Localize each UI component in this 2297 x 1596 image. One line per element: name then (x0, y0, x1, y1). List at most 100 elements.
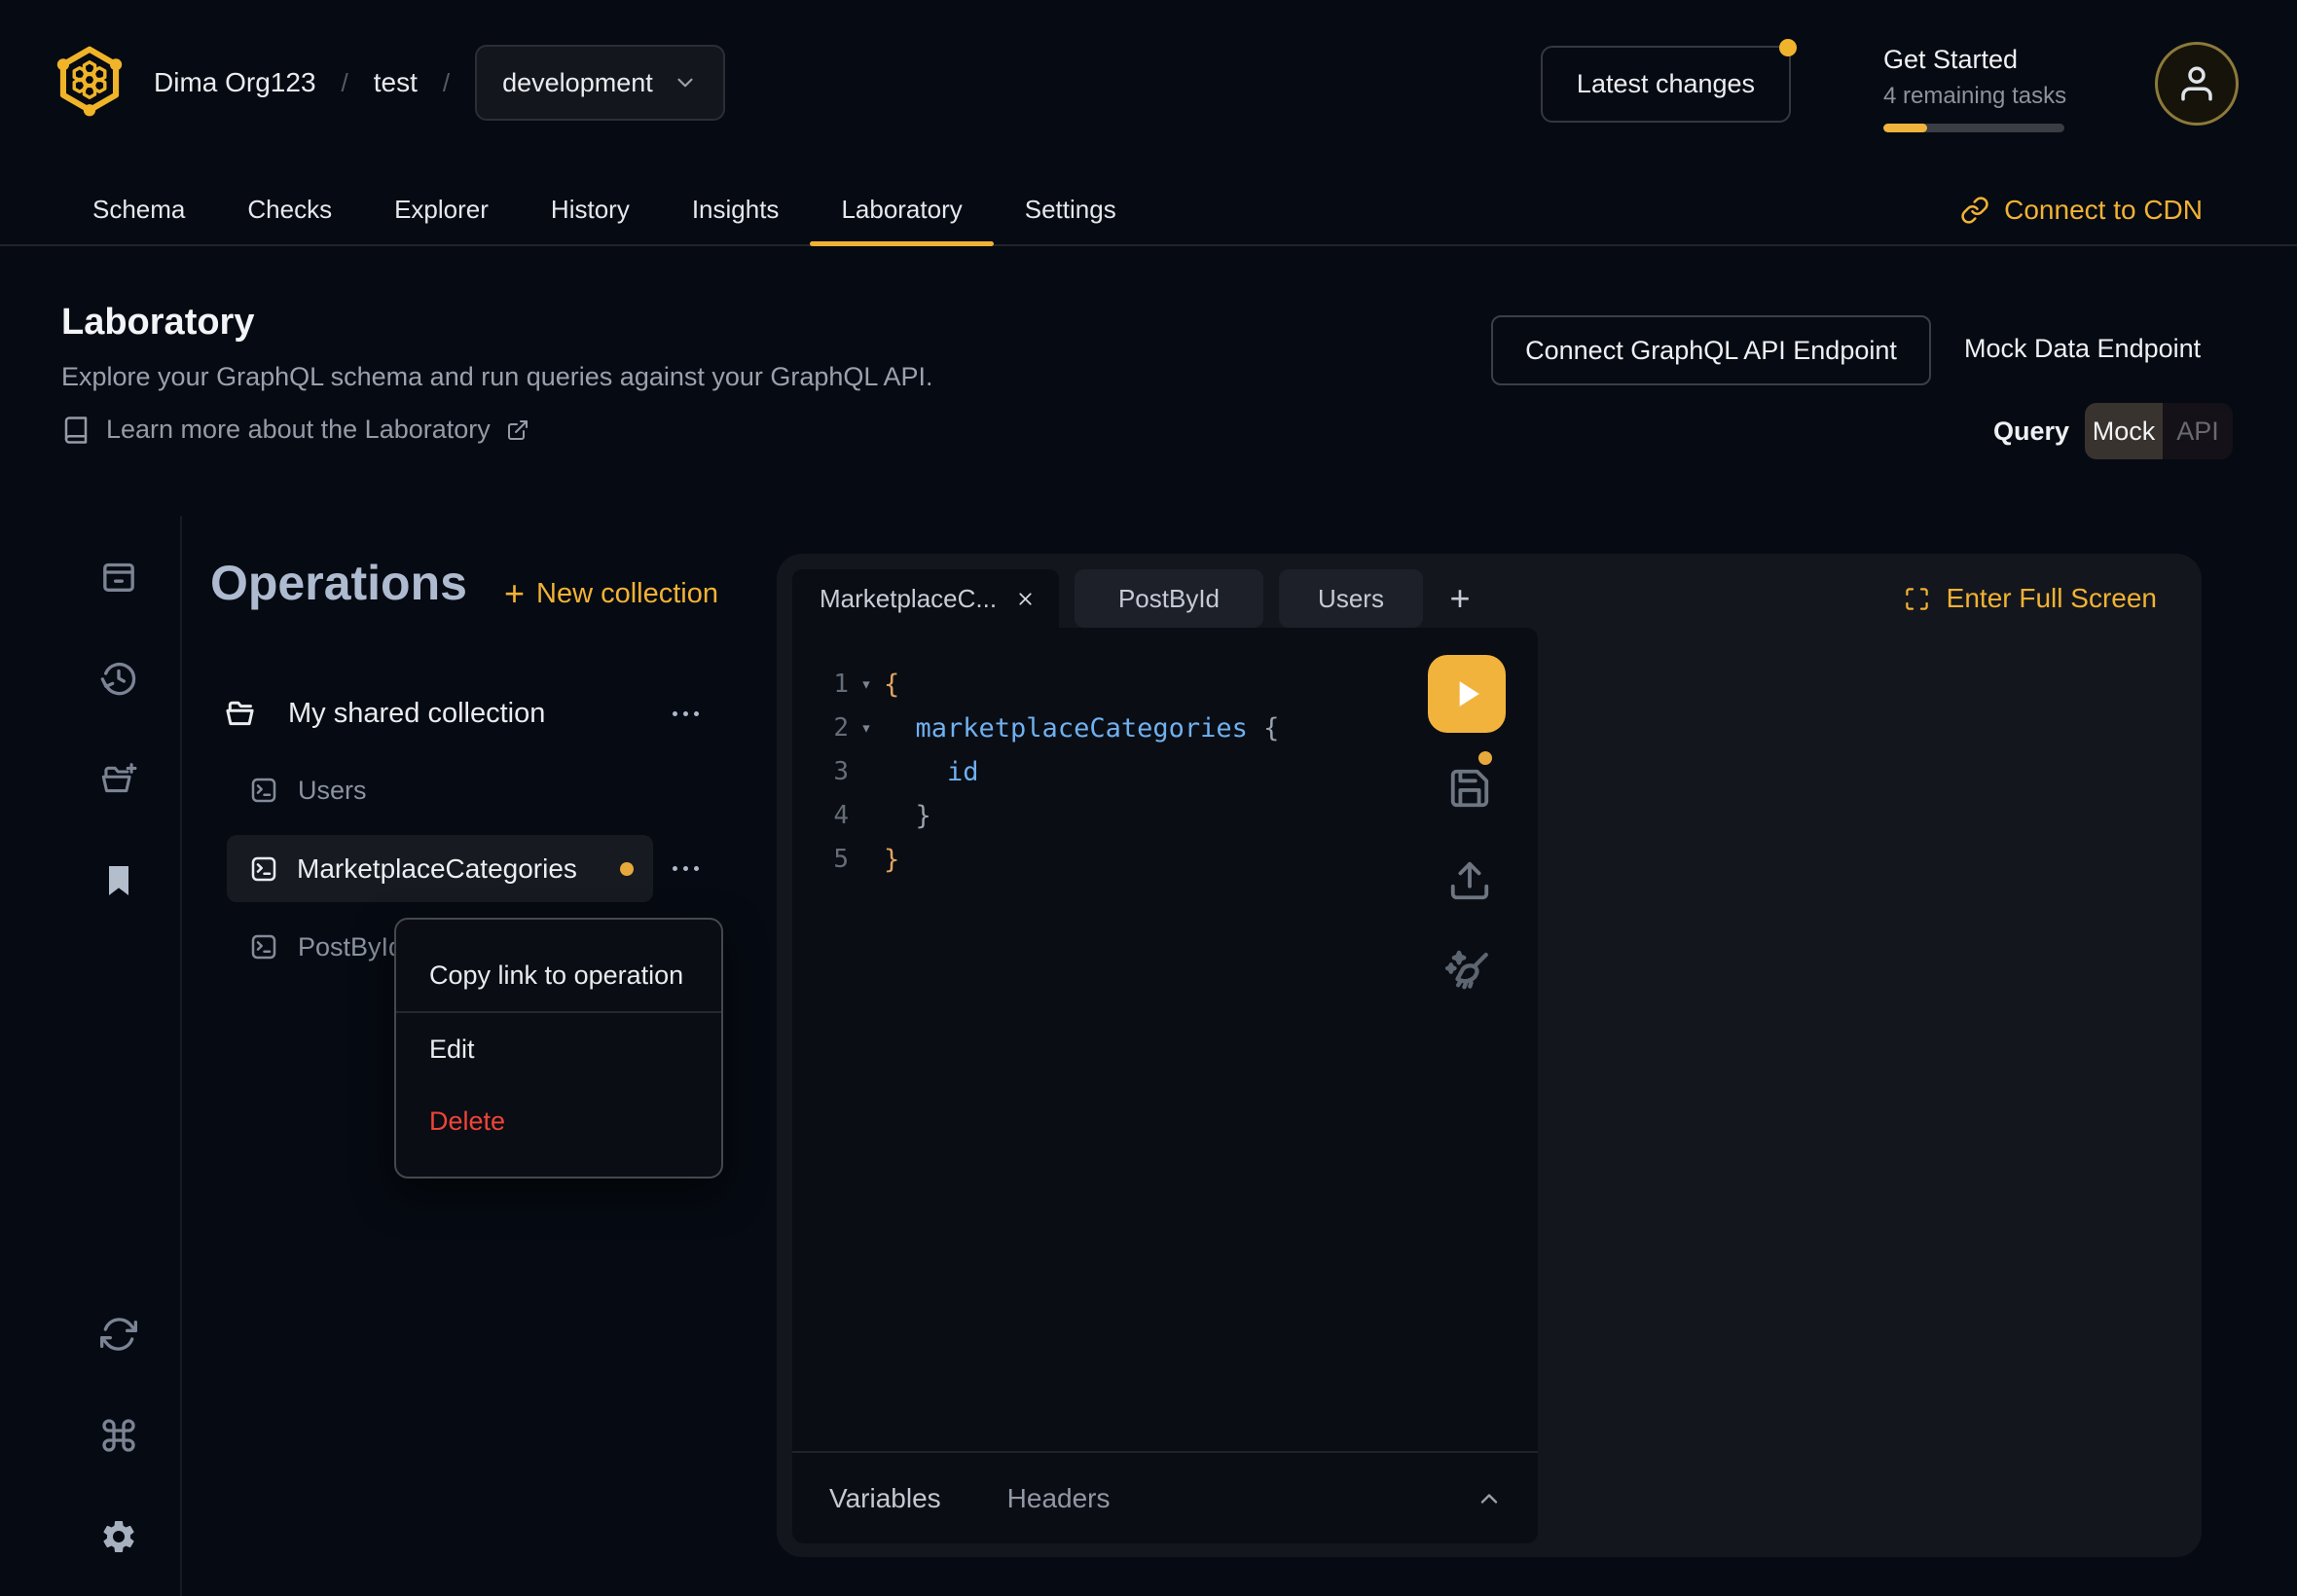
environment-dropdown[interactable]: development (475, 45, 725, 121)
code-line: 2 ▾ marketplaceCategories { (792, 707, 1421, 750)
editor-tab-users[interactable]: Users (1279, 569, 1423, 628)
hive-app: Dima Org123 / test / development Latest … (0, 0, 2297, 1596)
external-link-icon (506, 418, 529, 442)
query-mode-api[interactable]: API (2163, 403, 2233, 459)
operation-row-postbyid[interactable]: PostById (249, 925, 403, 969)
breadcrumb-separator: / (443, 68, 450, 98)
query-mode-mock[interactable]: Mock (2085, 403, 2163, 459)
prettify-query-button[interactable] (1443, 946, 1494, 997)
code-line: 4 } (792, 794, 1421, 838)
fold-spacer (849, 838, 884, 882)
tab-settings[interactable]: Settings (1025, 175, 1116, 244)
editor-tab-marketplacecategories[interactable]: MarketplaceC... (792, 569, 1059, 628)
code-token (1248, 707, 1263, 750)
rail-saved-operations-button[interactable] (99, 861, 138, 900)
headers-tab[interactable]: Headers (1007, 1483, 1111, 1514)
connect-to-cdn-label: Connect to CDN (2004, 195, 2203, 226)
new-collection-button[interactable]: + New collection (504, 570, 718, 617)
query-toggle-label: Query (1993, 403, 2069, 459)
hive-logo[interactable] (56, 43, 123, 117)
tab-checks[interactable]: Checks (247, 175, 332, 244)
breadcrumb-project[interactable]: test (374, 67, 418, 98)
tab-explorer[interactable]: Explorer (394, 175, 489, 244)
operations-title: Operations (210, 555, 467, 611)
new-tab-button[interactable]: + (1439, 569, 1481, 628)
query-mode-toggle: Mock API (2085, 403, 2233, 459)
operation-icon (249, 776, 278, 805)
laboratory-editor-card: Enter Full Screen MarketplaceC... PostBy… (777, 554, 2202, 1557)
collection-row[interactable]: My shared collection (224, 686, 545, 741)
connect-endpoint-button[interactable]: Connect GraphQL API Endpoint (1491, 315, 1931, 385)
book-icon (61, 416, 91, 445)
code-line: 3 id (792, 750, 1421, 794)
collection-name: My shared collection (288, 698, 545, 730)
graphql-query-editor[interactable]: 1 ▾ { 2 ▾ marketplaceCategories { 3 id 4 (792, 663, 1421, 882)
operation-more-options-icon[interactable] (666, 855, 705, 881)
code-line: 1 ▾ { (792, 663, 1421, 707)
code-line: 5 } (792, 838, 1421, 882)
menu-item-edit[interactable]: Edit (396, 1013, 721, 1085)
code-token: marketplaceCategories (916, 707, 1248, 750)
tab-schema[interactable]: Schema (92, 175, 185, 244)
code-token: } (884, 794, 931, 838)
tab-insights[interactable]: Insights (692, 175, 780, 244)
unsaved-changes-dot (620, 862, 634, 876)
code-token (884, 750, 947, 794)
user-avatar[interactable] (2155, 42, 2239, 126)
upload-icon (1447, 858, 1492, 903)
run-query-button[interactable] (1428, 655, 1506, 733)
latest-changes-button[interactable]: Latest changes (1541, 46, 1791, 123)
mock-data-endpoint-button[interactable]: Mock Data Endpoint (1964, 315, 2201, 381)
learn-more-link[interactable]: Learn more about the Laboratory (61, 415, 529, 445)
link-icon (1960, 196, 1989, 225)
enter-fullscreen-label: Enter Full Screen (1947, 583, 2157, 614)
operation-context-menu: Copy link to operation Edit Delete (394, 918, 723, 1179)
environment-dropdown-value: development (502, 68, 653, 98)
operation-name: Users (298, 776, 367, 806)
page-description: Explore your GraphQL schema and run quer… (61, 362, 932, 392)
save-icon (1447, 766, 1492, 811)
breadcrumb-separator: / (342, 68, 348, 98)
bookmark-icon (99, 861, 138, 900)
get-started-subtitle: 4 remaining tasks (1883, 83, 2097, 110)
code-token: } (884, 838, 899, 882)
fold-arrow-icon[interactable]: ▾ (849, 707, 884, 750)
rail-new-collection-button[interactable] (99, 760, 138, 799)
editor-tab-postbyid[interactable]: PostById (1075, 569, 1263, 628)
page-title: Laboratory (61, 302, 254, 344)
latest-changes-label: Latest changes (1577, 69, 1755, 99)
sync-icon (99, 1315, 138, 1354)
rail-shortcuts-button[interactable] (99, 1416, 138, 1455)
connect-to-cdn-link[interactable]: Connect to CDN (1960, 175, 2203, 244)
operation-row-users[interactable]: Users (249, 768, 367, 813)
operation-row-marketplacecategories-selected[interactable]: MarketplaceCategories (227, 835, 653, 902)
operation-name: PostById (298, 932, 403, 962)
chevron-down-icon (673, 70, 698, 95)
editor-footer-bar: Variables Headers (792, 1451, 1538, 1543)
tab-history[interactable]: History (551, 175, 630, 244)
get-started-progress-fill (1883, 124, 1927, 132)
chevron-up-icon (1476, 1485, 1503, 1512)
get-started-widget[interactable]: Get Started 4 remaining tasks (1883, 45, 2097, 132)
close-icon[interactable] (1015, 589, 1036, 609)
maximize-icon (1904, 586, 1930, 612)
save-operation-button[interactable] (1447, 766, 1492, 811)
collapse-footer-button[interactable] (1476, 1485, 1503, 1512)
collection-more-options-icon[interactable] (666, 701, 705, 726)
breadcrumb-org[interactable]: Dima Org123 (154, 67, 316, 98)
rail-history-button[interactable] (99, 659, 138, 698)
user-icon (2176, 63, 2217, 104)
operation-editor-panel: 1 ▾ { 2 ▾ marketplaceCategories { 3 id 4 (792, 628, 1538, 1543)
menu-item-delete[interactable]: Delete (396, 1085, 721, 1157)
enter-fullscreen-button[interactable]: Enter Full Screen (1904, 575, 2157, 622)
menu-item-copy-link[interactable]: Copy link to operation (396, 939, 721, 1011)
learn-more-label: Learn more about the Laboratory (106, 415, 491, 445)
fold-arrow-icon[interactable]: ▾ (849, 663, 884, 707)
unsaved-indicator-dot (1478, 751, 1492, 765)
rail-settings-button[interactable] (99, 1517, 138, 1556)
rail-refetch-schema-button[interactable] (99, 1315, 138, 1354)
share-operation-button[interactable] (1447, 858, 1492, 903)
variables-tab[interactable]: Variables (829, 1483, 941, 1514)
rail-schema-archive-button[interactable] (99, 558, 138, 597)
tab-laboratory[interactable]: Laboratory (841, 175, 962, 244)
